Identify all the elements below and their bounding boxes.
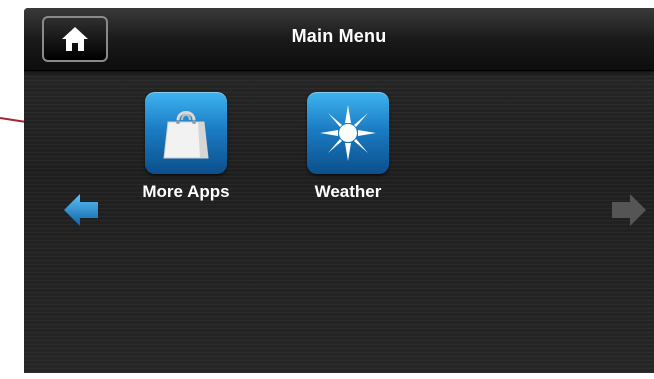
- app-label-weather: Weather: [314, 182, 382, 201]
- device-screen: Main Menu More Apps Weather: [24, 8, 654, 373]
- sun-icon: [320, 105, 376, 161]
- app-tile-weather[interactable]: Weather: [293, 92, 403, 202]
- page-title: Main Menu: [291, 26, 387, 46]
- app-tile-more-apps[interactable]: More Apps: [131, 92, 241, 202]
- page: Main Menu More Apps Weather: [0, 0, 654, 379]
- app-label-more-apps: More Apps: [142, 182, 230, 201]
- header-bar: Main Menu: [24, 8, 654, 71]
- more-apps-button[interactable]: [145, 92, 227, 174]
- arrow-left-icon[interactable]: [62, 190, 102, 230]
- shopping-bag-icon: [163, 111, 209, 159]
- arrow-right-icon[interactable]: [608, 190, 648, 230]
- weather-button[interactable]: [307, 92, 389, 174]
